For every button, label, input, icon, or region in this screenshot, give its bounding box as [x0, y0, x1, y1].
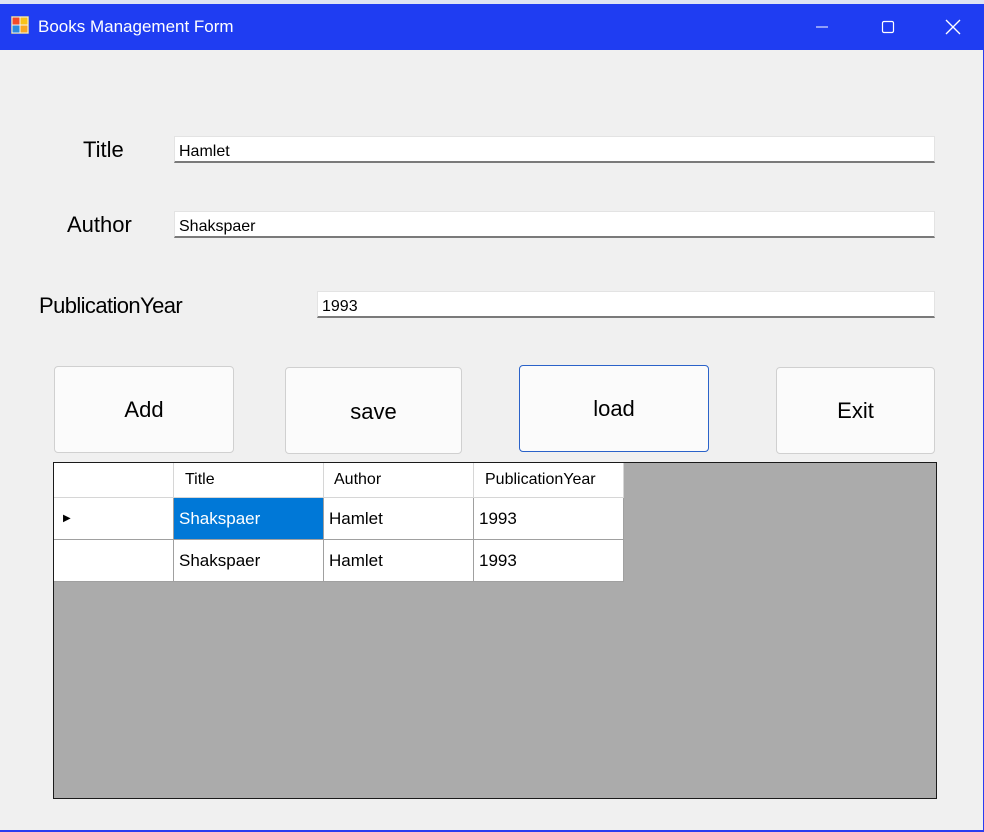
- save-button[interactable]: save: [285, 367, 462, 454]
- title-label: Title: [83, 137, 124, 162]
- minimize-icon: [816, 26, 828, 28]
- author-label: Author: [67, 212, 132, 237]
- grid-cell-publication-year[interactable]: 1993: [474, 540, 624, 582]
- row-header[interactable]: [54, 540, 174, 582]
- title-bar[interactable]: Books Management Form: [0, 4, 984, 50]
- grid-cell-publication-year[interactable]: 1993: [474, 498, 624, 540]
- grid-cell-author[interactable]: Hamlet: [324, 498, 474, 540]
- close-button[interactable]: [921, 4, 984, 50]
- maximize-button[interactable]: [855, 4, 921, 50]
- minimize-button[interactable]: [789, 4, 855, 50]
- books-grid[interactable]: Title Author PublicationYear ▶ Shakspaer…: [53, 462, 937, 799]
- close-icon: [945, 19, 960, 35]
- publication-year-label: PublicationYear: [39, 293, 183, 318]
- column-header-title[interactable]: Title: [174, 463, 324, 498]
- column-header-publication-year[interactable]: PublicationYear: [474, 463, 624, 498]
- maximize-icon: [881, 20, 895, 34]
- grid-cell-title[interactable]: Shakspaer: [174, 540, 324, 582]
- grid-cell-title[interactable]: Shakspaer: [174, 498, 324, 540]
- app-icon: [10, 15, 30, 35]
- current-row-indicator-icon: ▶: [63, 513, 71, 524]
- load-button[interactable]: load: [519, 365, 709, 452]
- books-management-window: Books Management Form Title Author Publi…: [0, 0, 984, 832]
- author-input[interactable]: [174, 211, 935, 238]
- grid-cell-author[interactable]: Hamlet: [324, 540, 474, 582]
- title-input[interactable]: [174, 136, 935, 163]
- add-button[interactable]: Add: [54, 366, 234, 453]
- column-header-author[interactable]: Author: [324, 463, 474, 498]
- exit-button[interactable]: Exit: [776, 367, 935, 454]
- publication-year-input[interactable]: [317, 291, 935, 318]
- grid-corner-header[interactable]: [54, 463, 174, 498]
- row-header[interactable]: ▶: [54, 498, 174, 540]
- window-title: Books Management Form: [38, 17, 234, 36]
